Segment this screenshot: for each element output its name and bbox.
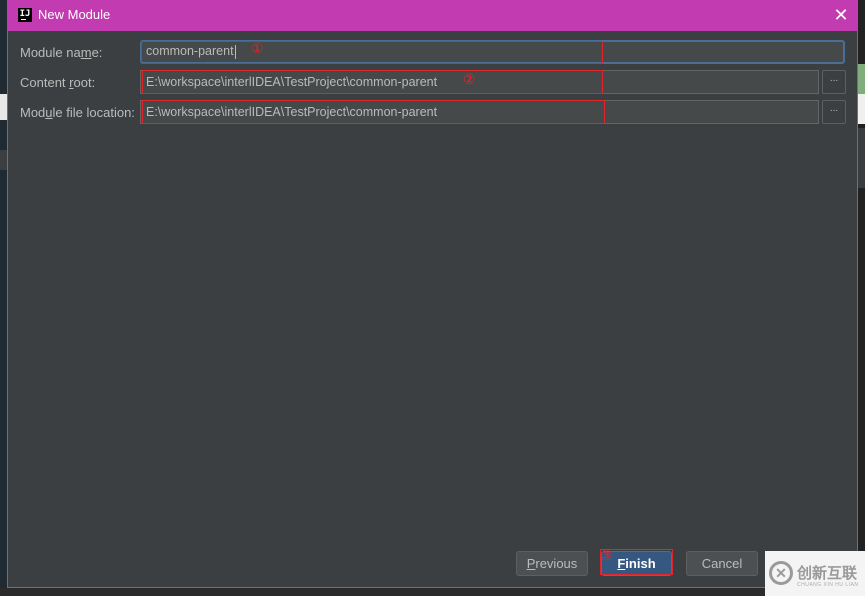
close-button[interactable]: ✕ xyxy=(831,5,851,25)
background-strip xyxy=(0,150,7,170)
watermark: ✕ 创新互联 CHUANG XIN HU LIAN xyxy=(765,551,865,596)
title-bar[interactable]: IJ New Module ✕ xyxy=(8,0,857,31)
finish-button[interactable]: Finish xyxy=(601,551,672,576)
content-root-browse-button[interactable]: ... xyxy=(822,70,846,94)
label-mnemonic: u xyxy=(45,105,53,120)
dialog-title: New Module xyxy=(38,7,111,22)
module-file-location-input[interactable]: E:\workspace\interlIDEA\TestProject\comm… xyxy=(140,100,819,124)
label-text: oot: xyxy=(73,75,96,90)
background-window-bottom xyxy=(0,588,865,596)
text-caret xyxy=(234,44,236,59)
label-text: Mod xyxy=(20,105,46,120)
background-window-right xyxy=(858,0,865,596)
background-strip xyxy=(0,94,7,120)
label-text: e: xyxy=(91,45,103,60)
module-name-label: Module name: xyxy=(20,45,102,60)
label-text: le file location: xyxy=(52,105,135,120)
content-root-input[interactable]: E:\workspace\interlIDEA\TestProject\comm… xyxy=(140,70,819,94)
watermark-text: 创新互联 xyxy=(797,565,858,582)
module-name-value: common-parent xyxy=(146,44,234,58)
new-module-dialog: IJ New Module ✕ Module name: common-pare… xyxy=(7,0,858,588)
button-label: inish xyxy=(625,556,656,571)
module-file-location-value: E:\workspace\interlIDEA\TestProject\comm… xyxy=(146,105,438,119)
background-strip xyxy=(858,64,865,94)
label-text: Module na xyxy=(20,45,81,60)
module-file-location-browse-button[interactable]: ... xyxy=(822,100,846,124)
previous-button[interactable]: Previous xyxy=(516,551,588,576)
module-file-location-label: Module file location: xyxy=(20,105,135,120)
watermark-logo-icon: ✕ xyxy=(769,561,793,585)
cancel-button[interactable]: Cancel xyxy=(686,551,758,576)
close-icon: ✕ xyxy=(833,5,849,25)
content-root-value: E:\workspace\interlIDEA\TestProject\comm… xyxy=(146,75,438,89)
background-strip xyxy=(858,128,865,188)
module-name-input[interactable]: common-parent xyxy=(140,40,845,64)
ellipsis-icon: ... xyxy=(829,73,839,84)
background-strip xyxy=(858,94,865,124)
background-window-left xyxy=(0,0,7,596)
label-text: Content xyxy=(20,75,70,90)
watermark-subtext: CHUANG XIN HU LIAN xyxy=(797,582,859,588)
label-mnemonic: m xyxy=(80,45,92,60)
ellipsis-icon: ... xyxy=(829,103,839,114)
intellij-icon: IJ xyxy=(18,8,32,22)
button-label: revious xyxy=(535,556,578,571)
content-root-label: Content root: xyxy=(20,75,95,90)
